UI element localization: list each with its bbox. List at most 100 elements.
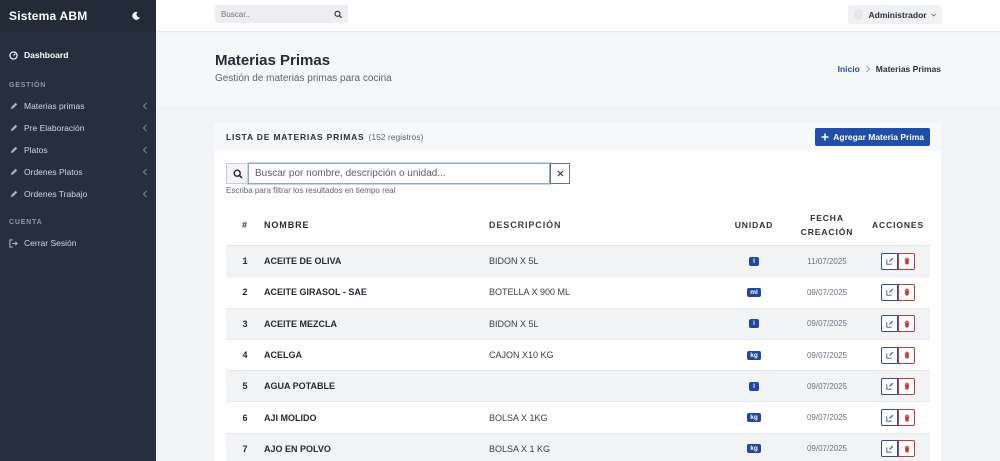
card-header: LISTA DE MATERIAS PRIMAS (152 registros)… (214, 123, 941, 151)
user-menu[interactable]: Administrador (848, 5, 942, 24)
chevron-right-icon (865, 65, 871, 73)
logout-icon (9, 238, 18, 248)
col-header-date-line1: FECHA (810, 213, 844, 223)
delete-button[interactable] (898, 252, 915, 270)
row-number: 1 (242, 256, 248, 267)
row-name: ACEITE DE OLIVA (264, 256, 342, 267)
sidebar-item-logout[interactable]: Cerrar Sesión (0, 232, 156, 254)
row-unit-cell: l (720, 256, 788, 266)
edit-button[interactable] (881, 409, 898, 427)
edit-button[interactable] (881, 377, 898, 395)
col-header-desc: DESCRIPCIÓN (489, 220, 562, 230)
page-header: Materias Primas Gestión de materias prim… (156, 33, 1000, 106)
dark-mode-toggle-icon[interactable] (130, 10, 142, 22)
pencil-icon (9, 168, 18, 177)
table-row: 2 ACEITE GIRASOL - SAE BOTELLA X 900 ML ml 0… (226, 277, 930, 309)
row-description: BOLSA X 1 KG (489, 443, 551, 454)
edit-icon (885, 445, 893, 453)
sidebar-item-pre-elaboracion[interactable]: Pre Elaboración (0, 117, 156, 139)
filter-hint: Escriba para filtrar los resultados en t… (226, 186, 396, 195)
row-number: 7 (242, 443, 248, 454)
breadcrumb: Inicio Materias Primas (838, 64, 941, 74)
user-name: Administrador (868, 9, 927, 20)
edit-button[interactable] (881, 283, 898, 301)
global-search-input[interactable] (221, 9, 334, 19)
pencil-icon (9, 146, 18, 155)
row-date: 09/07/2025 (806, 319, 848, 329)
delete-button[interactable] (898, 409, 915, 427)
add-materia-prima-button[interactable]: Agregar Materia Prima (815, 128, 930, 146)
sidebar-item-ordenes-trabajo[interactable]: Ordenes Trabajo (0, 183, 156, 205)
edit-icon (885, 351, 893, 359)
row-actions (866, 409, 930, 427)
section-label-gestion: GESTIÓN (9, 82, 47, 89)
trash-icon (904, 257, 909, 265)
clear-filter-button[interactable] (550, 163, 570, 184)
row-name: ACELGA (264, 350, 302, 361)
unit-badge: l (749, 256, 759, 266)
unit-badge: kg (747, 444, 761, 454)
topbar: Administrador (156, 0, 1000, 32)
row-name: AGUA POTABLE (264, 381, 335, 392)
sidebar-item-label: Ordenes Trabajo (24, 189, 88, 199)
add-button-label: Agregar Materia Prima (833, 132, 924, 142)
brand-title: Sistema ABM (9, 9, 88, 23)
trash-icon (904, 320, 909, 328)
delete-button[interactable] (898, 440, 915, 458)
delete-button[interactable] (898, 283, 915, 301)
filter-input[interactable] (248, 163, 550, 184)
edit-button[interactable] (881, 440, 898, 458)
chevron-left-icon (142, 124, 147, 132)
table-row: 5 AGUA POTABLE l 09/07/2025 (226, 371, 930, 403)
trash-icon (904, 445, 909, 453)
row-description: CAJON X10 KG (489, 350, 554, 361)
row-actions (866, 440, 930, 458)
breadcrumb-home-link[interactable]: Inicio (838, 64, 860, 74)
materias-primas-card: LISTA DE MATERIAS PRIMAS (152 registros)… (214, 123, 941, 461)
delete-button[interactable] (898, 346, 915, 364)
materias-table: # NOMBRE DESCRIPCIÓN UNIDAD FECHA CREACI… (226, 205, 930, 461)
unit-badge: kg (747, 413, 761, 423)
edit-button[interactable] (881, 252, 898, 270)
edit-button[interactable] (881, 315, 898, 333)
row-actions (866, 346, 930, 364)
sidebar-item-materias-primas[interactable]: Materias primas (0, 95, 156, 117)
card-title: LISTA DE MATERIAS PRIMAS (226, 132, 365, 142)
page-subtitle: Gestión de materias primas para cocina (215, 73, 392, 84)
trash-icon (904, 414, 909, 421)
sidebar-item-platos[interactable]: Platos (0, 139, 156, 161)
row-actions (866, 315, 930, 333)
trash-icon (904, 351, 909, 359)
plus-icon (821, 133, 829, 141)
row-unit-cell: kg (720, 350, 788, 360)
avatar (854, 9, 863, 20)
col-header-date: FECHA CREACIÓN (788, 211, 866, 239)
table-row: 7 AJO EN POLVO BOLSA X 1 KG kg 09/07/2025 (226, 433, 930, 461)
sidebar-item-dashboard[interactable]: Dashboard (0, 44, 156, 66)
row-date: 09/07/2025 (806, 413, 848, 423)
table-row: 1 ACEITE DE OLIVA BIDON X 5L l 11/07/2025 (226, 246, 930, 278)
search-icon[interactable] (334, 10, 342, 19)
col-header-actions: ACCIONES (871, 220, 925, 230)
sidebar-item-label: Cerrar Sesión (24, 238, 77, 248)
row-number: 3 (242, 318, 248, 329)
sidebar-item-label: Dashboard (24, 50, 69, 60)
trash-icon (904, 382, 909, 390)
delete-button[interactable] (898, 377, 915, 395)
sidebar-nav: Dashboard GESTIÓN Materias primas Pre El… (0, 32, 156, 254)
table-row: 4 ACELGA CAJON X10 KG kg 09/07/2025 (226, 340, 930, 372)
row-description: BIDON X 5L (489, 318, 539, 329)
row-date: 09/07/2025 (806, 287, 848, 297)
chevron-left-icon (142, 190, 147, 198)
delete-button[interactable] (898, 315, 915, 333)
row-number: 2 (242, 287, 248, 298)
sidebar-item-ordenes-platos[interactable]: Ordenes Platos (0, 161, 156, 183)
pencil-icon (9, 102, 18, 111)
edit-icon (885, 383, 893, 390)
table-header: # NOMBRE DESCRIPCIÓN UNIDAD FECHA CREACI… (226, 205, 930, 246)
row-name: AJO EN POLVO (264, 443, 331, 454)
chevron-down-icon (931, 13, 936, 16)
row-name: ACEITE GIRASOL - SAE (264, 287, 367, 298)
global-search[interactable] (215, 5, 348, 23)
edit-button[interactable] (881, 346, 898, 364)
